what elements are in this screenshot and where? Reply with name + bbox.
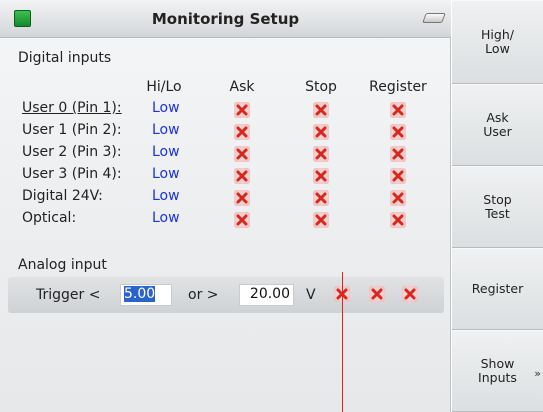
register-cross-icon[interactable]: [390, 190, 406, 206]
ask-cross-icon[interactable]: [234, 212, 250, 228]
ask-cross-icon[interactable]: [234, 190, 250, 206]
row-label[interactable]: User 2 (Pin 3):: [22, 144, 122, 160]
digital-row: User 3 (Pin 4): Low: [0, 166, 451, 188]
trigger-label: Trigger <: [36, 287, 101, 303]
window-title: Monitoring Setup: [151, 10, 300, 28]
stop-cross-icon[interactable]: [313, 212, 329, 228]
digital-row: User 2 (Pin 3): Low: [0, 144, 451, 166]
register-cross-icon[interactable]: [390, 168, 406, 184]
register-cross-icon[interactable]: [390, 212, 406, 228]
show-inputs-line2: Inputs: [478, 370, 517, 385]
analog-input-title: Analog input: [18, 257, 107, 273]
or-label: or >: [188, 287, 219, 303]
stop-test-line1: Stop: [483, 192, 512, 207]
high-low-button[interactable]: High/Low: [452, 0, 543, 84]
monitoring-setup-window: Monitoring Setup Digital inputs Hi/Lo As…: [0, 0, 543, 412]
register-cross-icon[interactable]: [390, 102, 406, 118]
ask-user-button[interactable]: Ask User: [452, 84, 543, 166]
ask-user-line2: User: [483, 124, 512, 139]
show-inputs-button[interactable]: Show Inputs »: [452, 330, 543, 412]
ask-cross-icon[interactable]: [234, 102, 250, 118]
row-label[interactable]: User 0 (Pin 1):: [22, 100, 122, 116]
row-label[interactable]: User 3 (Pin 4):: [22, 166, 122, 182]
digital-row: Optical: Low: [0, 210, 451, 232]
hilo-value[interactable]: Low: [152, 188, 180, 204]
column-header-hilo: Hi/Lo: [146, 79, 182, 95]
title-bar: Monitoring Setup: [0, 0, 451, 38]
marker-line: [342, 272, 343, 412]
row-label[interactable]: Digital 24V:: [22, 188, 103, 204]
ask-cross-icon[interactable]: [234, 146, 250, 162]
row-label[interactable]: Optical:: [22, 210, 76, 226]
trigger-low-input[interactable]: 5.00: [120, 284, 172, 306]
digital-inputs-title: Digital inputs: [18, 50, 112, 66]
show-inputs-line1: Show: [480, 356, 515, 371]
stop-test-line2: Test: [485, 206, 510, 221]
trigger-low-value: 5.00: [124, 286, 156, 302]
stop-cross-icon[interactable]: [313, 168, 329, 184]
digital-row: User 1 (Pin 2): Low: [0, 122, 451, 144]
hilo-value[interactable]: Low: [152, 210, 180, 226]
main-panel: Monitoring Setup Digital inputs Hi/Lo As…: [0, 0, 451, 412]
eraser-icon[interactable]: [422, 13, 446, 23]
register-cross-icon[interactable]: [390, 146, 406, 162]
stop-cross-icon[interactable]: [313, 124, 329, 140]
digital-row: User 0 (Pin 1): Low: [0, 100, 451, 122]
hilo-value[interactable]: Low: [152, 122, 180, 138]
digital-row: Digital 24V: Low: [0, 188, 451, 210]
stop-cross-icon[interactable]: [313, 102, 329, 118]
hilo-value[interactable]: Low: [152, 144, 180, 160]
register-cross-icon[interactable]: [390, 124, 406, 140]
column-header-stop: Stop: [305, 79, 337, 95]
trigger-high-input[interactable]: 20.00: [239, 284, 294, 306]
chevron-right-icon: »: [534, 367, 541, 380]
ask-user-line1: Ask: [486, 110, 509, 125]
side-button-panel: High/Low Ask User Stop Test Register Show I…: [452, 0, 543, 412]
stop-test-button[interactable]: Stop Test: [452, 166, 543, 248]
ask-cross-icon[interactable]: [234, 168, 250, 184]
register-line1: Register: [471, 281, 524, 296]
stop-cross-icon[interactable]: [313, 190, 329, 206]
hilo-value[interactable]: Low: [152, 100, 180, 116]
register-button[interactable]: Register: [452, 248, 543, 330]
unit-label: V: [306, 287, 316, 303]
analog-stop-cross-icon[interactable]: [369, 286, 385, 302]
hilo-value[interactable]: Low: [152, 166, 180, 182]
column-header-register: Register: [369, 79, 427, 95]
trigger-high-value: 20.00: [249, 286, 290, 302]
ask-cross-icon[interactable]: [234, 124, 250, 140]
high-low-line2: Low: [485, 41, 510, 56]
row-label[interactable]: User 1 (Pin 2):: [22, 122, 122, 138]
high-low-line1: High/: [481, 27, 514, 42]
stop-cross-icon[interactable]: [313, 146, 329, 162]
analog-register-cross-icon[interactable]: [402, 286, 418, 302]
column-header-ask: Ask: [229, 79, 255, 95]
